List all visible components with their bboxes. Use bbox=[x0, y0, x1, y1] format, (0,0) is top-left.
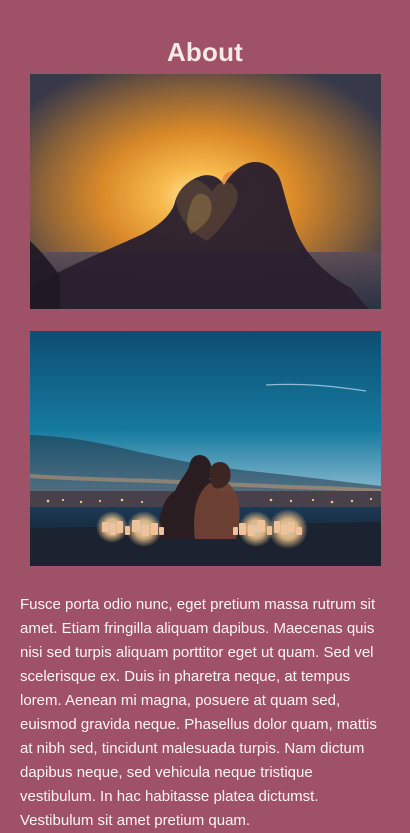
about-description: Fusce porta odio nunc, eget pretium mass… bbox=[20, 596, 377, 829]
about-page: About Fusce porta odio nunc, eget pretiu… bbox=[0, 0, 410, 829]
page-title: About bbox=[166, 37, 244, 68]
couple-by-the-sea-photo bbox=[30, 331, 381, 566]
heart-hands-sunset-photo bbox=[30, 74, 381, 309]
